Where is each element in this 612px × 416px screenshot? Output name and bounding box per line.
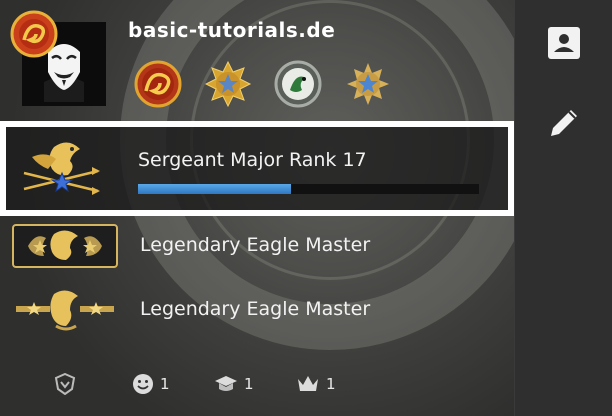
username: basic-tutorials.de: [128, 18, 336, 42]
operation-coin-icon[interactable]: [274, 60, 322, 108]
legendary-eagle-master-icon: [16, 290, 114, 331]
profile-header: basic-tutorials.de: [0, 0, 514, 118]
golden-dragon-medal-icon[interactable]: [134, 60, 182, 108]
prime-badge[interactable]: [54, 372, 82, 396]
friendly-commendation[interactable]: 1: [132, 372, 170, 396]
friendly-count: 1: [160, 375, 170, 393]
rank-name-competitive: Legendary Eagle Master: [140, 234, 371, 256]
side-action-panel: [514, 0, 612, 416]
profile-card-button[interactable]: [545, 24, 583, 62]
contact-card-icon: [548, 27, 580, 59]
prime-shield-icon: [54, 373, 76, 395]
eagle-arrows-rank-icon: [23, 142, 100, 195]
rank-progress-bar: [138, 184, 479, 194]
rank-row-wingman[interactable]: Legendary Eagle Master: [0, 282, 514, 338]
legendary-eagle-master-icon: [12, 224, 118, 268]
teacher-count: 1: [244, 375, 254, 393]
smiley-icon: [133, 374, 153, 394]
leader-count: 1: [326, 375, 336, 393]
rank-name-current: Sergeant Major Rank 17: [138, 149, 367, 171]
rank-name-wingman: Legendary Eagle Master: [140, 298, 371, 320]
rank-row-current[interactable]: Sergeant Major Rank 17: [0, 121, 514, 216]
star-service-medal-icon[interactable]: [204, 60, 252, 108]
edit-profile-button[interactable]: [545, 104, 583, 142]
leader-commendation[interactable]: 1: [296, 372, 336, 396]
crown-icon: [298, 376, 318, 391]
golden-dragon-badge-icon: [10, 10, 58, 58]
graduation-cap-icon: [215, 376, 237, 391]
blue-star-service-medal-icon[interactable]: [344, 60, 392, 108]
pencil-icon: [551, 110, 577, 136]
teacher-commendation[interactable]: 1: [214, 372, 254, 396]
commendation-stats: 1 1 1: [0, 366, 514, 402]
rank-progress-fill: [138, 184, 292, 194]
rank-row-competitive[interactable]: Legendary Eagle Master: [0, 220, 514, 276]
